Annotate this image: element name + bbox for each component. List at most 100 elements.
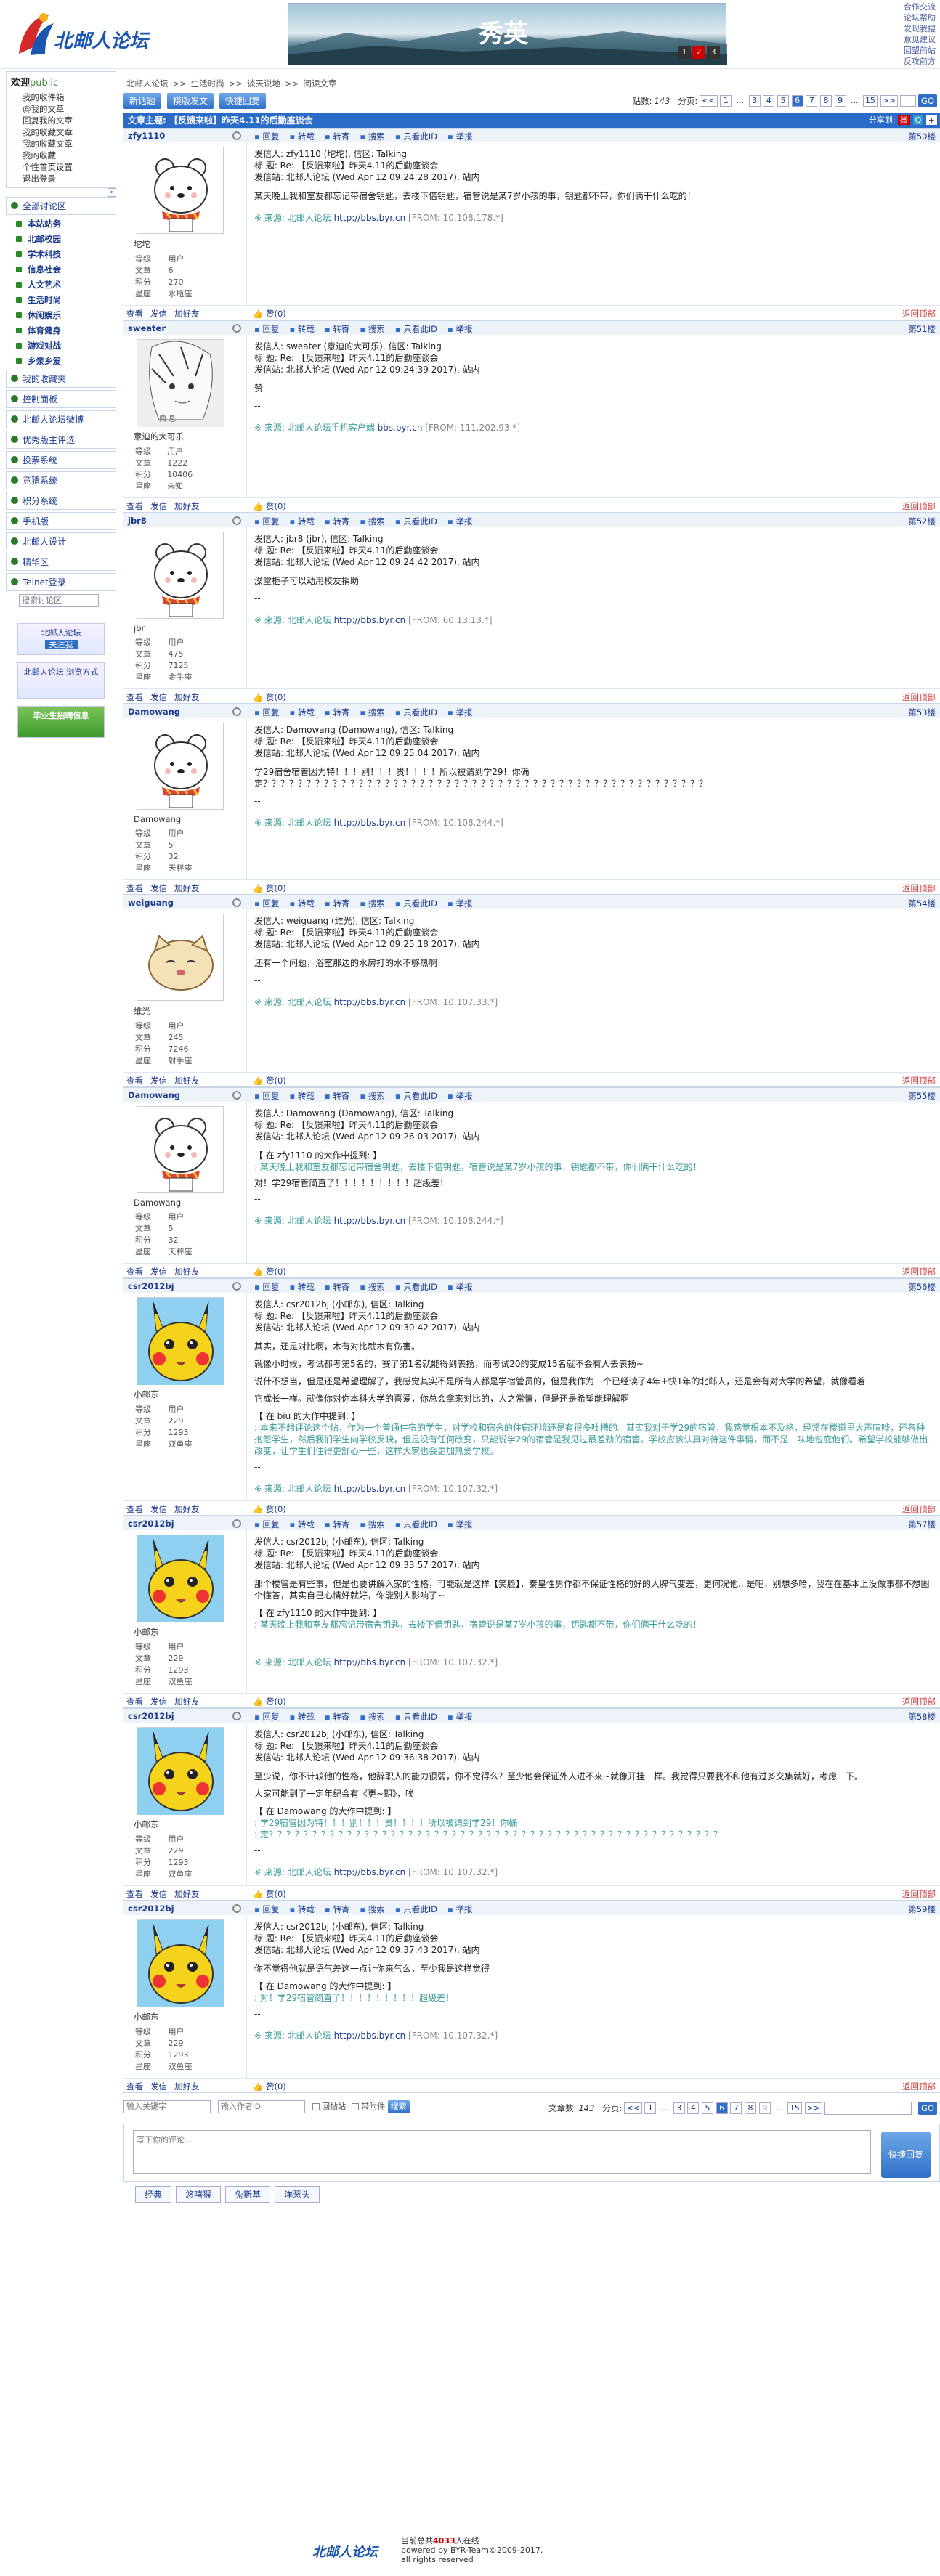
post-author-id[interactable]: csr2012bj — [128, 1519, 174, 1529]
author-action[interactable]: 查看 — [126, 1266, 143, 1277]
praise-button[interactable]: 👍 赞(0) — [253, 2081, 286, 2092]
crumb-link[interactable]: 谈天说地 — [247, 78, 280, 89]
source-link[interactable]: bbs.byr.cn — [378, 423, 423, 433]
post-floor-link[interactable]: 第51楼 — [908, 323, 936, 335]
source-link[interactable]: http://bbs.byr.cn — [334, 615, 406, 625]
author-action[interactable]: 发信 — [150, 500, 167, 512]
post-action-5[interactable]: ▪ 举报 — [447, 1519, 472, 1530]
post-action-1[interactable]: ▪ 转载 — [289, 1281, 314, 1293]
nav-item[interactable]: 积分系统 — [6, 492, 116, 510]
emoji-tab[interactable]: 洋葱头 — [275, 2186, 320, 2203]
post-action-0[interactable]: ▪ 回复 — [254, 1090, 279, 1102]
post-action-5[interactable]: ▪ 举报 — [447, 516, 472, 527]
post-author-id[interactable]: Damowang — [128, 707, 180, 717]
banner-dot[interactable]: 1 — [678, 46, 691, 59]
bottom-search-button[interactable]: 搜索 — [387, 2100, 410, 2113]
nav-item[interactable]: Telnet登录 — [6, 573, 116, 591]
post-author-id[interactable]: zfy1110 — [128, 131, 165, 141]
page-link[interactable]: 8 — [744, 2102, 756, 2114]
author-action[interactable]: 查看 — [126, 691, 143, 703]
collapse-icon[interactable]: « — [108, 188, 116, 197]
back-to-top-link[interactable]: 返回顶部 — [902, 1696, 936, 1707]
page-link[interactable]: 6 — [791, 94, 803, 107]
post-action-5[interactable]: ▪ 举报 — [447, 1090, 472, 1102]
emoji-tab[interactable]: 经典 — [135, 2186, 172, 2203]
author-action[interactable]: 发信 — [150, 308, 167, 320]
source-link[interactable]: http://bbs.byr.cn — [334, 818, 406, 828]
praise-button[interactable]: 👍 赞(0) — [253, 308, 286, 320]
source-link[interactable]: http://bbs.byr.cn — [334, 213, 406, 223]
avatar[interactable] — [137, 1727, 224, 1815]
praise-button[interactable]: 👍 赞(0) — [253, 1503, 286, 1515]
board-category-item[interactable]: 信息社会 — [6, 263, 116, 276]
author-action[interactable]: 发信 — [150, 882, 167, 894]
praise-button[interactable]: 👍 赞(0) — [253, 1888, 286, 1900]
avatar[interactable] — [137, 723, 224, 810]
page-link[interactable]: 1 — [720, 94, 732, 107]
post-action-4[interactable]: ▪ 只看此ID — [395, 131, 437, 142]
post-action-4[interactable]: ▪ 只看此ID — [395, 898, 437, 909]
nav-item[interactable]: 手机版 — [6, 512, 116, 530]
nav-item[interactable]: 北邮人论坛微博 — [6, 410, 116, 428]
page-link[interactable]: 6 — [716, 2102, 728, 2114]
top-link[interactable]: 意见建议 — [899, 34, 936, 45]
follow-button[interactable]: 关注我 — [44, 640, 78, 649]
post-action-1[interactable]: ▪ 转载 — [289, 1903, 314, 1915]
post-action-3[interactable]: ▪ 搜索 — [360, 1903, 384, 1915]
nav-item[interactable]: 控制面板 — [6, 390, 116, 408]
post-action-3[interactable]: ▪ 搜索 — [360, 516, 384, 527]
post-author-id[interactable]: sweater — [128, 323, 166, 333]
crumb-link[interactable]: 阅读文章 — [303, 78, 336, 89]
site-logo[interactable]: 北邮人论坛 — [12, 10, 150, 61]
welcome-link[interactable]: 我的收藏 — [23, 150, 116, 161]
post-action-2[interactable]: ▪ 转寄 — [325, 898, 349, 909]
post-action-0[interactable]: ▪ 回复 — [254, 1711, 279, 1723]
post-action-3[interactable]: ▪ 搜索 — [360, 707, 384, 718]
post-action-4[interactable]: ▪ 只看此ID — [395, 1711, 437, 1723]
source-link[interactable]: http://bbs.byr.cn — [334, 2031, 406, 2041]
post-author-id[interactable]: csr2012bj — [128, 1711, 174, 1721]
board-category-item[interactable]: 体育健身 — [6, 324, 116, 337]
author-action[interactable]: 加好友 — [174, 308, 200, 320]
top-link[interactable]: 回望前站 — [899, 45, 936, 56]
author-search-input[interactable] — [217, 2100, 305, 2113]
avatar[interactable] — [137, 532, 224, 619]
post-action-0[interactable]: ▪ 回复 — [254, 323, 279, 335]
reply-textarea[interactable] — [133, 2130, 871, 2174]
post-action-2[interactable]: ▪ 转寄 — [325, 131, 349, 142]
promo-weibo[interactable]: 北邮人论坛 关注我 — [17, 623, 105, 655]
post-action-3[interactable]: ▪ 搜索 — [360, 131, 384, 142]
page-link[interactable]: << — [700, 94, 718, 107]
post-action-3[interactable]: ▪ 搜索 — [360, 1711, 384, 1723]
welcome-link[interactable]: 我的收藏文章 — [23, 138, 116, 150]
welcome-link[interactable]: 退出登录 — [23, 173, 116, 184]
post-floor-link[interactable]: 第52楼 — [908, 516, 936, 527]
promo-jobs[interactable]: 毕业生招聘信息 — [17, 706, 105, 738]
post-action-1[interactable]: ▪ 转载 — [289, 1519, 314, 1530]
page-link[interactable]: 3 — [673, 2102, 685, 2114]
top-link[interactable]: 反攻前方 — [899, 56, 936, 67]
page-link[interactable]: 15 — [787, 2102, 802, 2114]
source-link[interactable]: http://bbs.byr.cn — [334, 1216, 406, 1226]
post-action-3[interactable]: ▪ 搜索 — [360, 1090, 384, 1102]
nav-item[interactable]: 竞猜系统 — [6, 471, 116, 489]
page-link[interactable]: >> — [804, 2102, 823, 2114]
post-action-3[interactable]: ▪ 搜索 — [360, 1281, 384, 1293]
post-action-2[interactable]: ▪ 转寄 — [325, 707, 349, 718]
post-floor-link[interactable]: 第55楼 — [908, 1090, 936, 1102]
board-category-item[interactable]: 人文艺术 — [6, 278, 116, 291]
board-category-item[interactable]: 北邮校园 — [6, 232, 116, 245]
post-author-id[interactable]: Damowang — [128, 1090, 180, 1100]
post-action-5[interactable]: ▪ 举报 — [447, 1281, 472, 1293]
post-action-2[interactable]: ▪ 转寄 — [325, 323, 349, 335]
crumb-link[interactable]: 生活时尚 — [191, 78, 224, 89]
post-action-1[interactable]: ▪ 转载 — [289, 131, 314, 142]
crumb-link[interactable]: 北邮人论坛 — [126, 78, 169, 89]
back-to-top-link[interactable]: 返回顶部 — [902, 1503, 936, 1515]
praise-button[interactable]: 👍 赞(0) — [253, 1696, 286, 1707]
post-author-id[interactable]: csr2012bj — [128, 1281, 174, 1291]
post-action-1[interactable]: ▪ 转载 — [289, 1711, 314, 1723]
source-link[interactable]: http://bbs.byr.cn — [334, 1867, 406, 1877]
post-action-0[interactable]: ▪ 回复 — [254, 1519, 279, 1530]
page-link[interactable]: 1 — [644, 2102, 657, 2114]
